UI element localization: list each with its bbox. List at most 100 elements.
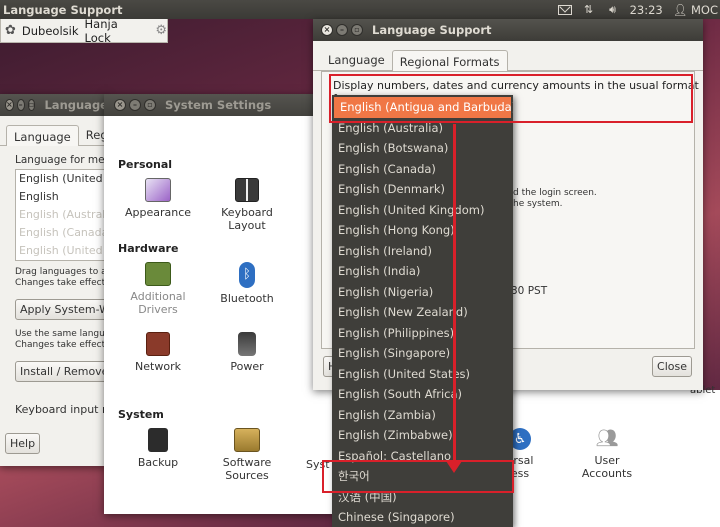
- appearance-icon: [145, 178, 171, 202]
- minimize-icon[interactable]: –: [129, 99, 141, 111]
- appearance-item[interactable]: Appearance: [113, 178, 203, 219]
- chip-icon: [145, 262, 171, 286]
- close-icon[interactable]: ×: [5, 99, 14, 111]
- close-button[interactable]: Close: [652, 356, 692, 377]
- dropdown-option[interactable]: English (New Zealand): [332, 302, 513, 323]
- keyboard-layout-icon: [235, 178, 259, 202]
- list-item[interactable]: English (Canada): [16, 224, 109, 242]
- close-icon[interactable]: ×: [114, 99, 126, 111]
- tab-regional-formats[interactable]: Regional Formats: [391, 50, 508, 71]
- window-title: Language Support: [372, 23, 492, 37]
- dropdown-option[interactable]: English (Ireland): [332, 241, 513, 262]
- user-name: MOC: [690, 2, 718, 17]
- maximize-icon[interactable]: ▫: [144, 99, 156, 111]
- item-label: Keyboard: [221, 206, 273, 219]
- language-tab-panel: Language for men English (United S Engli…: [0, 146, 110, 416]
- dropdown-option[interactable]: English (Singapore): [332, 343, 513, 364]
- network-icon: [146, 332, 170, 356]
- system-settings-window: × – ▫ System Settings Personal Appearanc…: [104, 94, 340, 514]
- item-label: Backup: [137, 456, 179, 469]
- install-remove-button[interactable]: Install / Remove: [15, 361, 108, 382]
- dropdown-option[interactable]: English (Nigeria): [332, 282, 513, 303]
- tab-bar: Language Regio: [0, 116, 118, 146]
- window-titlebar[interactable]: × – ▫ System Settings: [104, 94, 340, 116]
- language-list[interactable]: English (United S English English (Austr…: [15, 169, 110, 261]
- maximize-icon[interactable]: ▫: [27, 99, 36, 111]
- active-app-title: Language Support: [3, 2, 123, 17]
- user-accounts-item[interactable]: 👥︎ User Accounts: [577, 428, 637, 480]
- item-label: Network: [135, 360, 181, 373]
- window-title: Language: [44, 98, 108, 112]
- list-item[interactable]: English: [16, 188, 109, 206]
- list-item[interactable]: English (Australi: [16, 206, 109, 224]
- list-item[interactable]: English (United S: [16, 170, 109, 188]
- dropdown-option[interactable]: English (Zambia): [332, 405, 513, 426]
- section-personal: Personal: [118, 158, 173, 171]
- effect-hint: Changes take effect n: [15, 278, 108, 288]
- user-accounts-icon: 👥︎: [595, 428, 619, 449]
- item-label: User: [594, 454, 620, 467]
- item-label: Accounts: [581, 467, 633, 480]
- annotation-arrow-line: [453, 124, 456, 463]
- dropdown-option[interactable]: English (Zimbabwe): [332, 425, 513, 446]
- language-for-menus-label: Language for men: [15, 154, 108, 166]
- backup-safe-icon: [148, 428, 168, 452]
- tab-language[interactable]: Language: [321, 49, 392, 70]
- user-menu[interactable]: 👤︎ MOC: [673, 3, 718, 17]
- dropdown-option[interactable]: English (United Kingdom): [332, 200, 513, 221]
- close-icon[interactable]: ×: [321, 24, 333, 36]
- dropdown-option[interactable]: Chinese (Singapore): [332, 507, 513, 527]
- mail-icon[interactable]: [557, 4, 572, 16]
- item-label: Drivers: [138, 303, 178, 316]
- dropdown-option[interactable]: English (Denmark): [332, 179, 513, 200]
- item-label: Bluetooth: [220, 292, 274, 305]
- system-tray: ⇅ 🔊︎ 23:23 👤︎ MOC: [557, 0, 720, 19]
- section-system: System: [118, 408, 164, 421]
- keyboard-input-label: Keyboard input m: [15, 403, 108, 416]
- power-item[interactable]: Power: [202, 332, 292, 373]
- section-hardware: Hardware: [118, 242, 179, 255]
- network-item[interactable]: Network: [113, 332, 203, 373]
- apply-system-wide-button[interactable]: Apply System-Wi: [15, 299, 108, 320]
- bluetooth-item[interactable]: ᛒ Bluetooth: [202, 262, 292, 305]
- effect-hint-2: Changes take effect o: [15, 340, 108, 350]
- item-label: Additional: [130, 290, 186, 303]
- login-screen-text: d the login screen.: [513, 188, 597, 198]
- clock[interactable]: 23:23: [630, 3, 663, 17]
- dropdown-option[interactable]: English (Canada): [332, 159, 513, 180]
- software-sources-item[interactable]: Software Sources: [202, 428, 292, 482]
- window-titlebar[interactable]: × – ▫ Language: [0, 94, 108, 116]
- item-label: Layout: [228, 219, 266, 232]
- tab-bar: Language Regional Formats: [313, 41, 703, 71]
- annotation-box-korean: [322, 460, 514, 493]
- additional-drivers-item[interactable]: Additional Drivers: [113, 262, 203, 316]
- minimize-icon[interactable]: –: [16, 99, 25, 111]
- gear-icon[interactable]: ⚙: [155, 23, 167, 38]
- maximize-icon[interactable]: ▫: [351, 24, 363, 36]
- dropdown-option[interactable]: English (South Africa): [332, 384, 513, 405]
- dropdown-option[interactable]: English (India): [332, 261, 513, 282]
- dropdown-option[interactable]: English (Philippines): [332, 323, 513, 344]
- dropdown-option[interactable]: English (United States): [332, 364, 513, 385]
- window-title: System Settings: [165, 98, 272, 112]
- dropdown-option[interactable]: English (Botswana): [332, 138, 513, 159]
- help-button[interactable]: Help: [5, 433, 41, 454]
- keyboard-layout-item[interactable]: Keyboard Layout: [202, 178, 292, 232]
- window-titlebar[interactable]: × – ▫ Language Support: [313, 19, 703, 41]
- same-language-hint: Use the same languag: [15, 329, 108, 339]
- ime-logo-icon[interactable]: ✿: [5, 23, 16, 38]
- time-example-text: 30 PST: [511, 285, 548, 297]
- item-label: Sources: [225, 469, 269, 482]
- tab-language[interactable]: Language: [6, 125, 79, 146]
- minimize-icon[interactable]: –: [336, 24, 348, 36]
- backup-item[interactable]: Backup: [113, 428, 203, 469]
- network-icon[interactable]: ⇅: [582, 3, 596, 16]
- annotation-box-top: [329, 74, 693, 123]
- item-label: Power: [230, 360, 264, 373]
- input-method-button[interactable]: Dubeolsik: [22, 24, 79, 38]
- system-text: he system.: [513, 199, 563, 209]
- dropdown-option[interactable]: English (Hong Kong): [332, 220, 513, 241]
- list-item[interactable]: English (United K: [16, 242, 109, 260]
- hanja-lock-button[interactable]: Hanja Lock: [85, 17, 146, 45]
- volume-icon[interactable]: 🔊︎: [606, 3, 620, 16]
